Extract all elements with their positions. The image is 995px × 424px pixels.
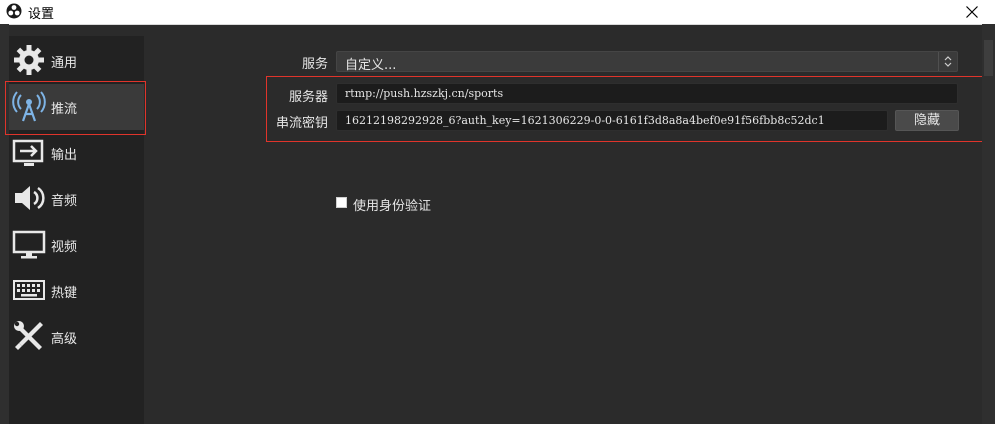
sidebar-item-output[interactable]: 输出 bbox=[9, 130, 144, 176]
sidebar-item-audio[interactable]: 音频 bbox=[9, 176, 144, 222]
sidebar-item-advanced[interactable]: 高级 bbox=[9, 314, 144, 360]
sidebar-item-label: 推流 bbox=[51, 102, 78, 117]
sidebar-item-label: 热键 bbox=[51, 286, 78, 301]
service-label: 服务 bbox=[301, 57, 328, 72]
window-frame-left bbox=[0, 24, 9, 424]
monitor-icon bbox=[12, 230, 46, 259]
sidebar-item-video[interactable]: 视频 bbox=[9, 222, 144, 268]
service-dropdown[interactable]: 自定义... bbox=[336, 51, 958, 73]
vertical-scrollbar[interactable] bbox=[982, 24, 995, 424]
use-auth-checkbox[interactable] bbox=[336, 197, 347, 208]
sidebar-item-general[interactable]: 通用 bbox=[9, 38, 144, 84]
use-auth-label: 使用身份验证 bbox=[353, 199, 432, 214]
sidebar-item-label: 输出 bbox=[51, 148, 78, 163]
sidebar-item-label: 视频 bbox=[51, 240, 78, 255]
stream-key-input[interactable]: 16212198292928_6?auth_key=1621306229-0-0… bbox=[336, 110, 888, 131]
close-icon bbox=[966, 6, 978, 18]
speaker-icon bbox=[15, 186, 45, 210]
stream-key-label: 串流密钥 bbox=[275, 116, 328, 131]
sidebar-item-label: 通用 bbox=[51, 56, 78, 71]
server-input[interactable]: rtmp://push.hzszkj.cn/sports bbox=[336, 83, 958, 104]
server-label: 服务器 bbox=[288, 90, 328, 105]
server-value: rtmp://push.hzszkj.cn/sports bbox=[345, 87, 504, 100]
close-button[interactable] bbox=[949, 0, 995, 24]
window-title: 设置 bbox=[28, 7, 55, 22]
service-value: 自定义... bbox=[345, 58, 397, 73]
gear-icon bbox=[14, 45, 44, 75]
sidebar-item-label: 音频 bbox=[51, 194, 78, 209]
dropdown-arrows-icon bbox=[938, 52, 957, 71]
output-icon bbox=[12, 139, 44, 166]
keyboard-icon bbox=[13, 280, 45, 300]
hide-key-button[interactable]: 隐藏 bbox=[895, 110, 959, 131]
obs-logo-icon bbox=[6, 3, 22, 19]
sidebar-item-stream[interactable]: 推流 bbox=[9, 84, 144, 130]
tools-icon bbox=[14, 321, 43, 350]
stream-key-value: 16212198292928_6?auth_key=1621306229-0-0… bbox=[345, 114, 825, 127]
title-bar: 设置 bbox=[0, 0, 995, 25]
sidebar-item-hotkeys[interactable]: 热键 bbox=[9, 268, 144, 314]
broadcast-icon bbox=[12, 91, 46, 122]
scrollbar-thumb[interactable] bbox=[984, 40, 993, 76]
settings-sidebar: 通用 推流 输出 音频 视频 热键 高级 bbox=[9, 36, 144, 424]
sidebar-item-label: 高级 bbox=[51, 332, 78, 347]
